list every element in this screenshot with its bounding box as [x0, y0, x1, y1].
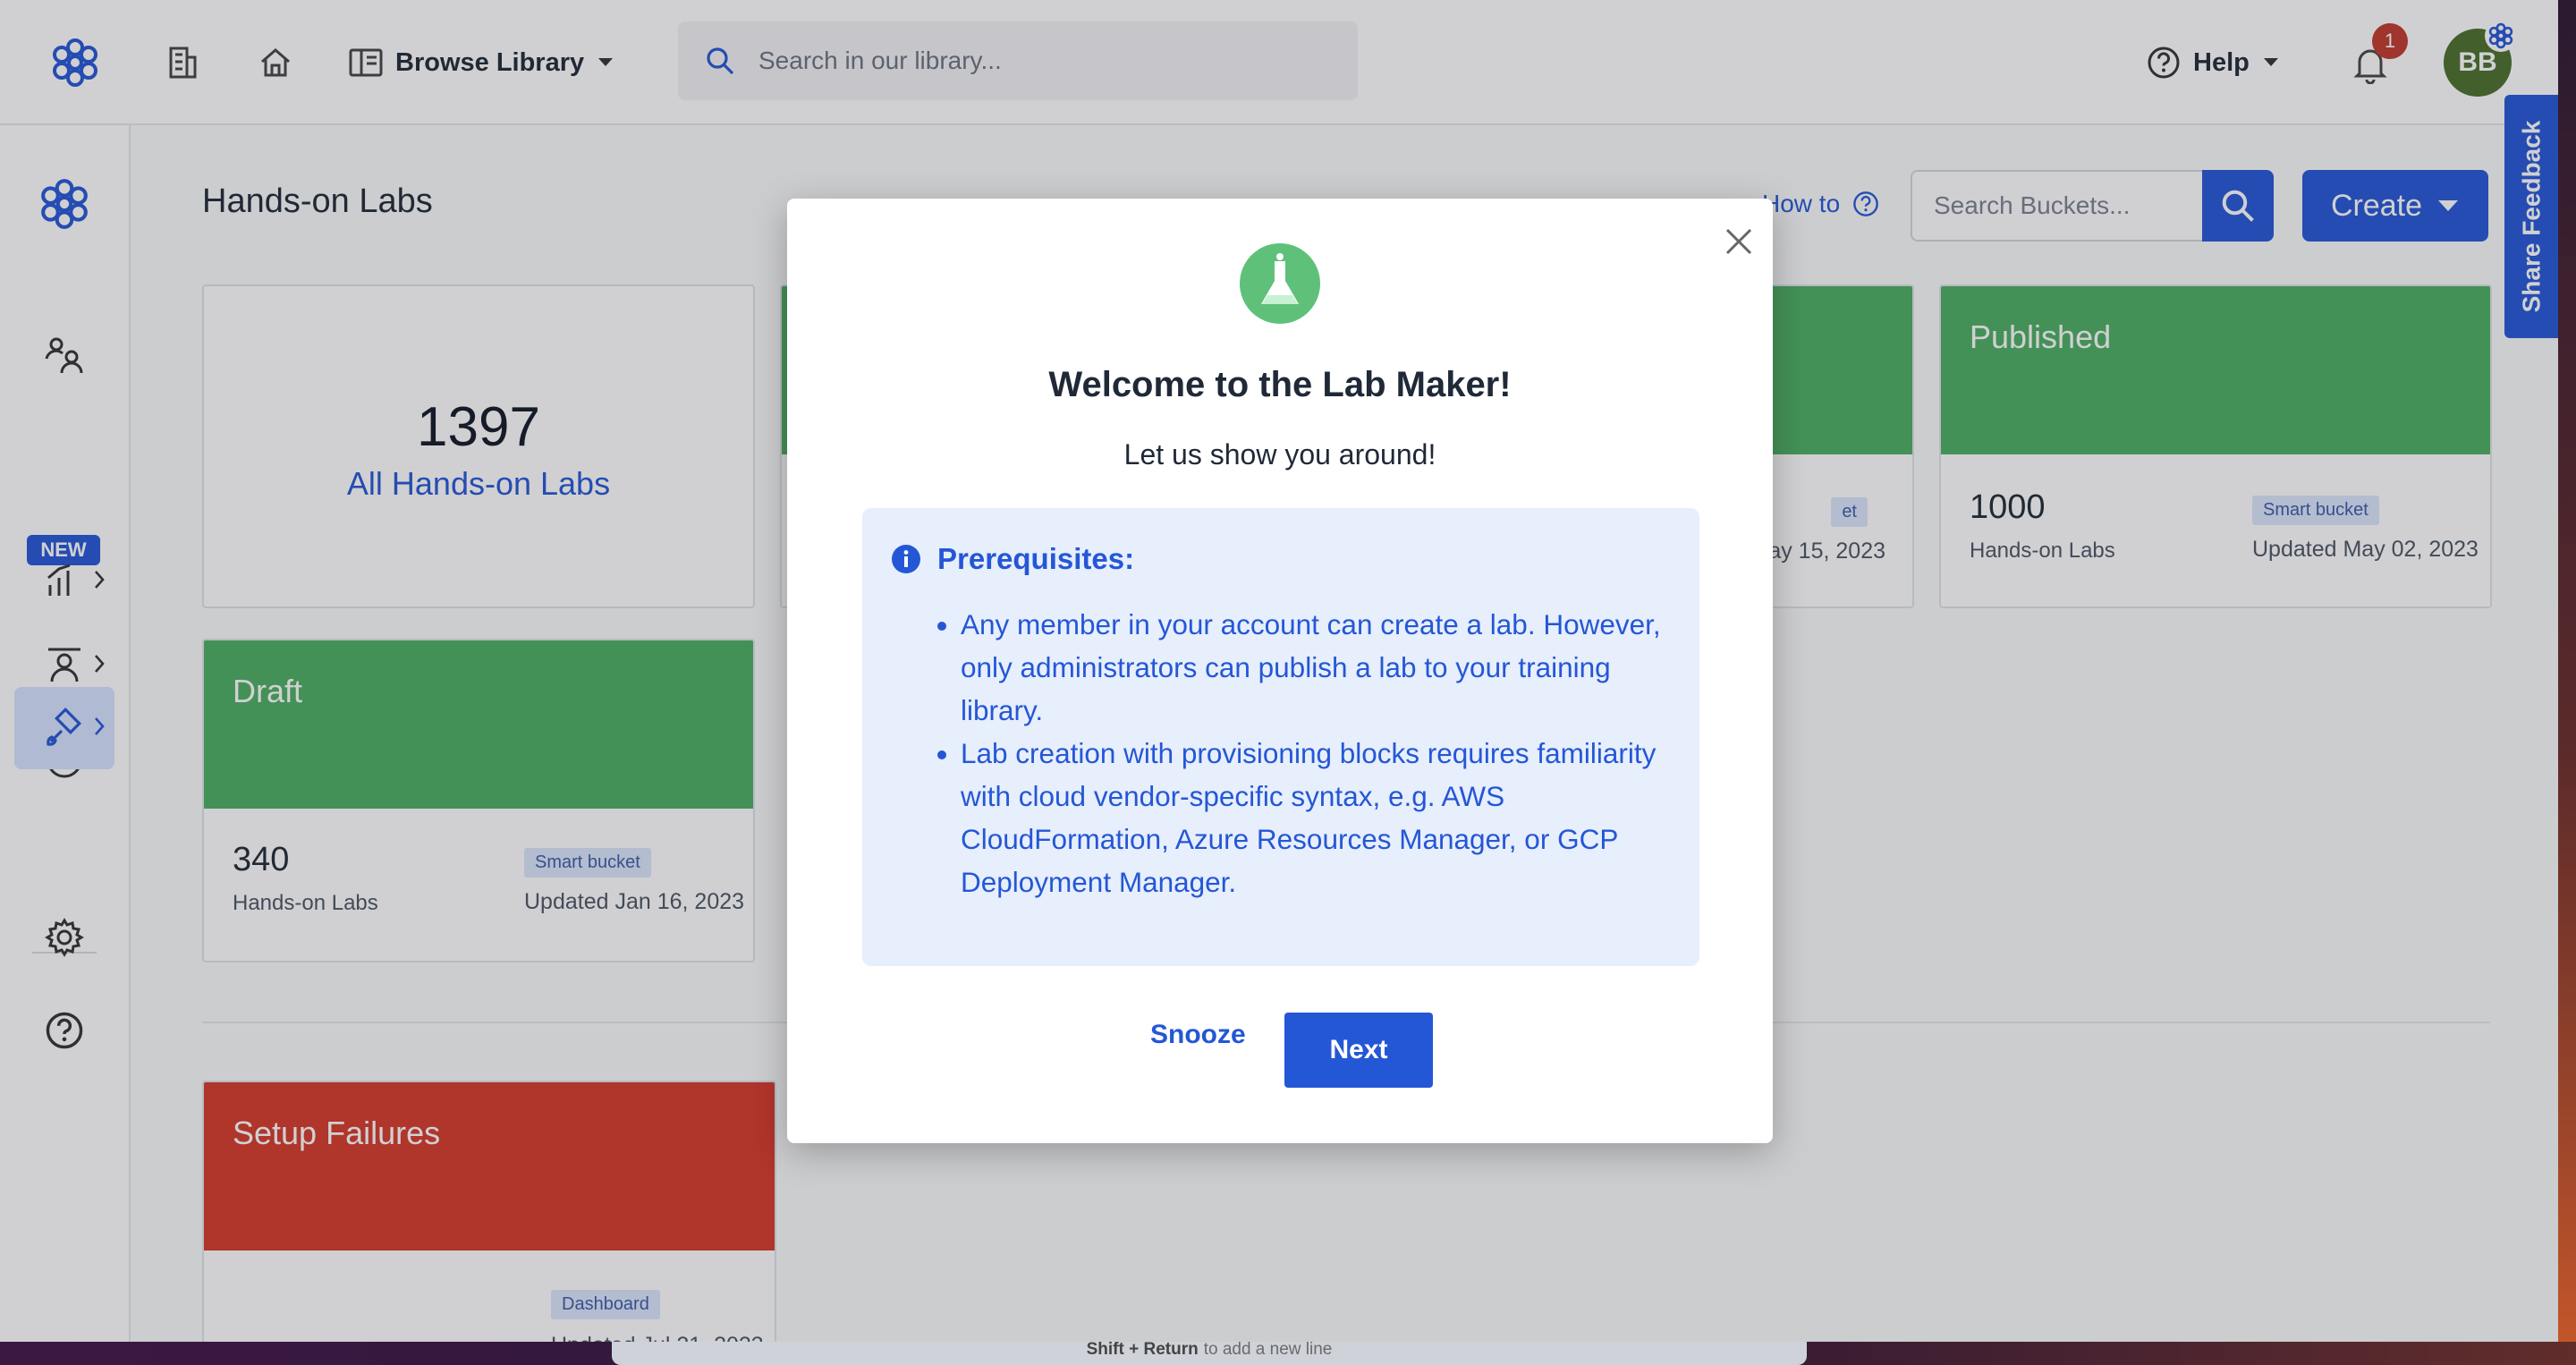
prerequisites-heading-text: Prerequisites: — [937, 542, 1135, 575]
app-window: Browse Library Search in our library... … — [0, 0, 2558, 1342]
prerequisites-heading: Prerequisites: — [891, 542, 1673, 576]
modal-title: Welcome to the Lab Maker! — [1048, 365, 1512, 404]
hint-text: to add a new line — [1203, 1340, 1333, 1359]
desktop-background-right — [2558, 0, 2576, 1365]
flask-icon — [1240, 243, 1320, 324]
welcome-modal: Welcome to the Lab Maker! Let us show yo… — [787, 199, 1773, 1143]
close-icon[interactable] — [1717, 220, 1760, 263]
info-icon — [892, 545, 920, 573]
list-item: Any member in your account can create a … — [961, 603, 1673, 732]
modal-subtitle: Let us show you around! — [1123, 438, 1436, 471]
list-item: Lab creation with provisioning blocks re… — [961, 732, 1673, 903]
hint-keys: Shift + Return — [1086, 1340, 1199, 1359]
prerequisites-list: Any member in your account can create a … — [891, 603, 1673, 903]
snooze-button[interactable]: Snooze — [1150, 1020, 1246, 1050]
next-button[interactable]: Next — [1284, 1013, 1433, 1088]
prerequisites-box: Prerequisites: Any member in your accoun… — [862, 508, 1699, 966]
